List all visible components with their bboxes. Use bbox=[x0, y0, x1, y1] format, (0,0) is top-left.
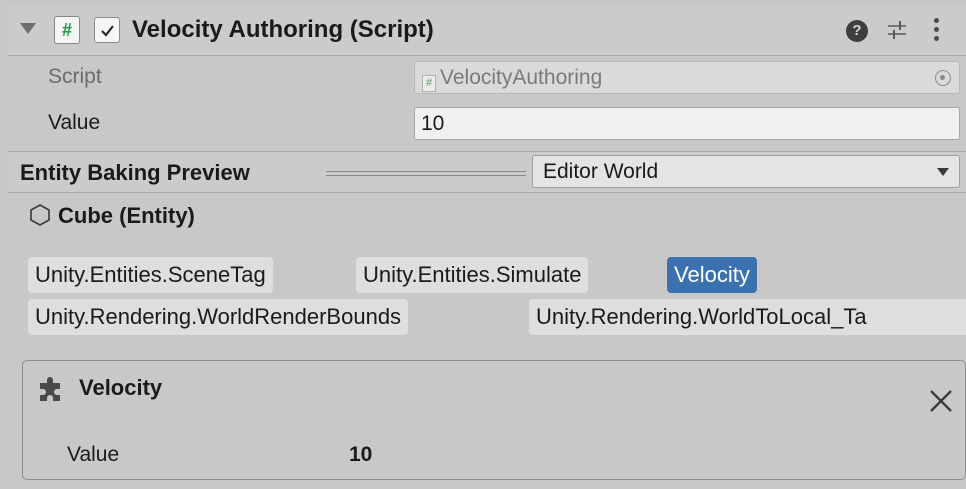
script-label: Script bbox=[48, 65, 102, 88]
script-file-icon: # bbox=[422, 75, 436, 92]
presets-icon[interactable] bbox=[886, 19, 908, 41]
entity-header: Cube (Entity) bbox=[28, 203, 195, 229]
entity-name: Cube (Entity) bbox=[58, 203, 195, 228]
script-field-row: Script # VelocityAuthoring bbox=[8, 58, 966, 96]
entity-hexagon-icon bbox=[30, 204, 50, 226]
divider bbox=[326, 171, 526, 176]
checkmark-icon bbox=[101, 25, 114, 37]
component-card-title: Velocity bbox=[79, 375, 163, 400]
close-icon[interactable] bbox=[927, 387, 955, 415]
component-enable-checkbox[interactable] bbox=[94, 17, 120, 43]
help-icon[interactable]: ? bbox=[846, 20, 868, 42]
tag-chip[interactable]: Unity.Entities.SceneTag bbox=[28, 257, 273, 293]
dropdown-arrow-icon bbox=[937, 168, 949, 176]
script-object-field[interactable]: # VelocityAuthoring bbox=[414, 61, 960, 94]
object-picker-icon[interactable] bbox=[935, 70, 951, 86]
entity-baking-preview-bar: Entity Baking Preview Editor World bbox=[8, 151, 966, 193]
tag-chip[interactable]: Unity.Rendering.WorldToLocal_Ta bbox=[529, 299, 966, 335]
tag-chip[interactable]: Unity.Entities.Simulate bbox=[356, 257, 589, 293]
foldout-arrow-icon[interactable] bbox=[20, 23, 36, 34]
value-label: Value bbox=[48, 111, 101, 134]
world-dropdown-value: Editor World bbox=[543, 160, 659, 183]
inspector-panel: # Velocity Authoring (Script) ? Script #… bbox=[8, 6, 966, 489]
tag-chip-selected[interactable]: Velocity bbox=[667, 257, 757, 293]
value-field-row: Value 10 bbox=[8, 104, 966, 142]
script-hash-icon: # bbox=[54, 16, 80, 44]
tag-chip[interactable]: Unity.Rendering.WorldRenderBounds bbox=[28, 299, 409, 335]
card-value: 10 bbox=[349, 443, 373, 466]
component-header[interactable]: # Velocity Authoring (Script) ? bbox=[8, 6, 966, 56]
card-value-label: Value bbox=[67, 443, 120, 466]
component-card: Velocity Value 10 bbox=[22, 360, 966, 480]
context-menu-icon[interactable] bbox=[934, 18, 940, 44]
script-value: VelocityAuthoring bbox=[440, 66, 603, 89]
baking-preview-title: Entity Baking Preview bbox=[20, 160, 250, 185]
world-dropdown[interactable]: Editor World bbox=[532, 155, 960, 188]
component-title: Velocity Authoring (Script) bbox=[132, 16, 434, 43]
value-input[interactable]: 10 bbox=[414, 107, 960, 140]
component-puzzle-icon bbox=[40, 377, 60, 401]
